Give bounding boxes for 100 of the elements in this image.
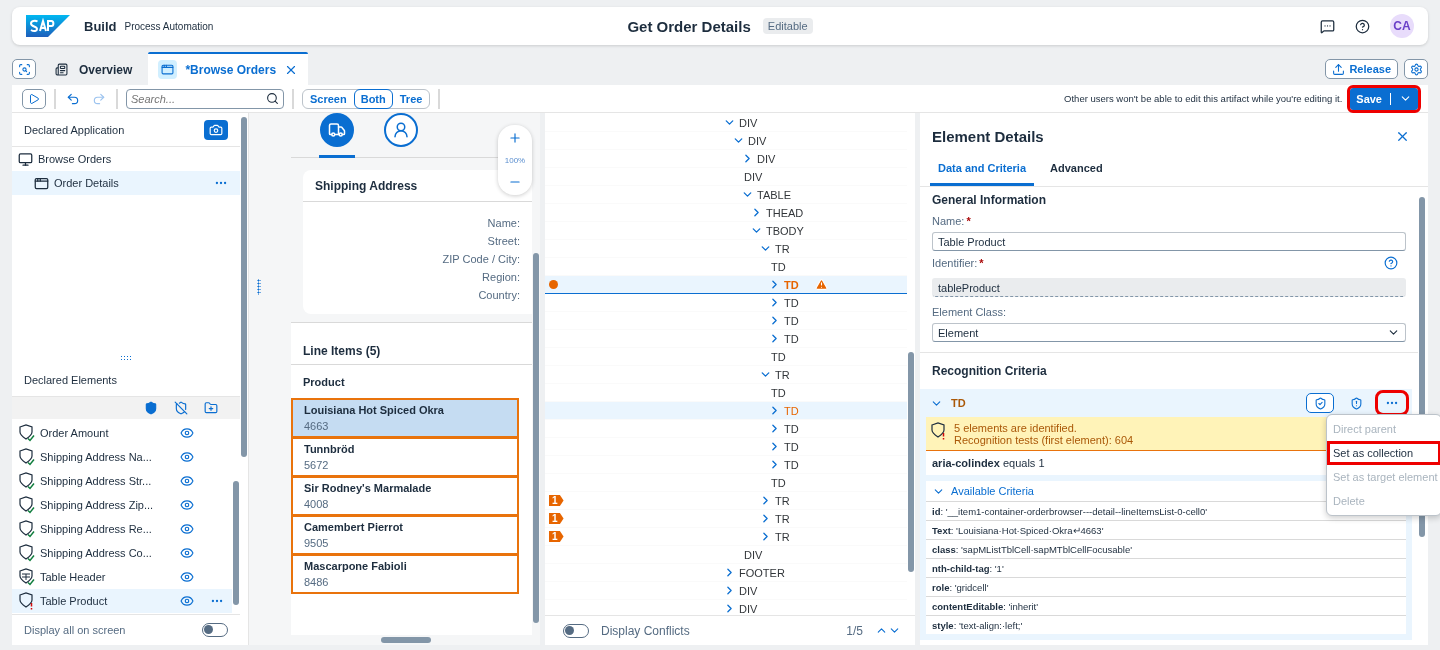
dom-tree-item[interactable]: TD bbox=[545, 312, 907, 330]
display-conflicts-toggle[interactable] bbox=[563, 623, 589, 638]
dom-tree-item[interactable]: THEAD bbox=[545, 204, 907, 222]
display-all-toggle[interactable] bbox=[202, 623, 228, 637]
visibility-icon[interactable] bbox=[180, 450, 194, 464]
criterion-label: TD bbox=[951, 397, 967, 409]
element-item[interactable]: Shipping Address Na... bbox=[12, 445, 232, 469]
dom-tree-item[interactable]: DIV bbox=[545, 132, 907, 150]
criterion-entry[interactable]: style: 'text-align:·left;' bbox=[932, 619, 1023, 631]
dom-tree-item[interactable]: DIV bbox=[545, 546, 907, 564]
dom-tree-item[interactable]: 1 TR bbox=[545, 510, 907, 528]
visibility-icon[interactable] bbox=[180, 546, 194, 560]
product-name: Camembert Pierrot bbox=[304, 521, 405, 533]
element-item[interactable]: Shipping Address Str... bbox=[12, 469, 232, 493]
visibility-icon[interactable] bbox=[180, 570, 194, 584]
field-label: Element Class: bbox=[932, 306, 1006, 318]
shield-filter-icon[interactable] bbox=[144, 401, 158, 415]
dom-tree-item[interactable]: TD bbox=[545, 438, 907, 456]
settings-button[interactable] bbox=[1404, 59, 1428, 79]
dom-tree-item[interactable]: TR bbox=[545, 240, 907, 258]
application-tree-item[interactable]: Order Details bbox=[12, 171, 240, 195]
dom-tree-item[interactable]: DIV bbox=[545, 150, 907, 168]
shield-off-filter-icon[interactable] bbox=[174, 401, 188, 415]
folder-plus-icon[interactable] bbox=[204, 401, 218, 415]
dom-tree-item[interactable]: TBODY bbox=[545, 222, 907, 240]
shield-icon bbox=[1349, 396, 1363, 410]
dom-tree-item[interactable]: DIV bbox=[545, 168, 907, 186]
zoom-control[interactable]: 100% bbox=[498, 125, 532, 195]
element-item[interactable]: Shipping Address Co... bbox=[12, 541, 232, 565]
visibility-icon[interactable] bbox=[180, 498, 194, 512]
element-class-select[interactable]: Element bbox=[932, 323, 1406, 342]
column-header: Product bbox=[303, 376, 345, 388]
logo bbox=[26, 15, 70, 37]
capture-button[interactable] bbox=[204, 119, 228, 140]
dom-tree-item[interactable]: 1 TR bbox=[545, 492, 907, 510]
search-field[interactable]: Search... bbox=[126, 88, 284, 109]
criterion-entry[interactable]: contentEditable: 'inherit' bbox=[932, 600, 1039, 612]
element-item[interactable]: Order Amount bbox=[12, 421, 232, 445]
upload-icon bbox=[1332, 62, 1346, 76]
dom-tree-item[interactable]: TD bbox=[545, 420, 907, 438]
user-avatar[interactable]: CA bbox=[1390, 14, 1414, 38]
view-option[interactable]: Both bbox=[353, 88, 393, 109]
scrollbar[interactable] bbox=[240, 113, 248, 645]
details-tab[interactable]: Advanced bbox=[1042, 153, 1111, 186]
icon-tab[interactable] bbox=[319, 113, 355, 158]
resize-grip-icon[interactable] bbox=[257, 279, 261, 295]
element-item[interactable]: Table Header bbox=[12, 565, 232, 589]
product-row[interactable]: Sir Rodney's Marmalade 4008 bbox=[291, 476, 519, 516]
shield-alert-icon bbox=[930, 422, 948, 440]
dom-tree-item[interactable]: TR bbox=[545, 366, 907, 384]
run-button[interactable] bbox=[22, 88, 46, 109]
conflict-badge: 1 bbox=[549, 495, 564, 506]
criterion-entry[interactable]: nth-child-tag: '1' bbox=[932, 562, 1004, 574]
details-tab[interactable]: Data and Criteria bbox=[930, 153, 1035, 186]
inspect-button[interactable] bbox=[12, 59, 36, 79]
criterion-entry[interactable]: Text: 'Louisiana·Hot·Spiced·Okra↵4663' bbox=[932, 524, 1104, 536]
validate-button[interactable] bbox=[1306, 393, 1334, 413]
element-item[interactable]: Table Product bbox=[12, 589, 232, 613]
criterion-entry[interactable]: id: '__item1-container-orderbrowser---detail--lineItemsList-0-cell0' bbox=[932, 505, 1207, 517]
criterion-entry[interactable]: role: 'gridcell' bbox=[932, 581, 989, 593]
dom-tree-item[interactable]: TD bbox=[545, 294, 907, 312]
dom-tree-item[interactable]: TD bbox=[545, 330, 907, 348]
element-item[interactable]: Shipping Address Zip... bbox=[12, 493, 232, 517]
element-item[interactable]: Shipping Address Re... bbox=[12, 517, 232, 541]
dom-tree-item[interactable]: TABLE bbox=[545, 186, 907, 204]
dom-tree-item[interactable]: 1 TR bbox=[545, 528, 907, 546]
help-icon[interactable] bbox=[1355, 18, 1370, 34]
visibility-icon[interactable] bbox=[180, 594, 194, 608]
more-button[interactable] bbox=[1378, 393, 1406, 413]
product-row[interactable]: Tunnbröd 5672 bbox=[291, 437, 519, 477]
save-button[interactable]: Save bbox=[1350, 87, 1418, 110]
product-row[interactable]: Camembert Pierrot 9505 bbox=[291, 515, 519, 555]
section-title: Recognition Criteria bbox=[932, 364, 1047, 378]
application-tree-item[interactable]: Browse Orders bbox=[12, 147, 240, 171]
feedback-icon[interactable] bbox=[1320, 18, 1335, 34]
dom-tree-item[interactable]: TD bbox=[545, 348, 907, 366]
dom-tree-item[interactable]: DIV bbox=[545, 582, 907, 600]
product-number: 4008 bbox=[304, 498, 330, 510]
dom-tree-item[interactable]: TD bbox=[545, 474, 907, 492]
view-option[interactable]: Screen bbox=[303, 88, 354, 109]
editor-tab[interactable]: *Browse Orders bbox=[148, 52, 309, 85]
name-field[interactable]: Table Product bbox=[932, 232, 1406, 251]
view-option[interactable]: Tree bbox=[392, 88, 430, 109]
dom-tree-item[interactable]: DIV bbox=[545, 114, 907, 132]
visibility-icon[interactable] bbox=[180, 426, 194, 440]
product-row[interactable]: Mascarpone Fabioli 8486 bbox=[291, 554, 519, 594]
zoom-level: 100% bbox=[504, 155, 526, 165]
dom-tree-item[interactable]: FOOTER bbox=[545, 564, 907, 582]
product-row[interactable]: Louisiana Hot Spiced Okra 4663 bbox=[291, 398, 519, 438]
dom-tree-item[interactable]: DIV bbox=[545, 600, 907, 615]
section-title: General Information bbox=[932, 193, 1047, 207]
visibility-icon[interactable] bbox=[180, 474, 194, 488]
visibility-icon[interactable] bbox=[180, 522, 194, 536]
zoom-in-icon[interactable] bbox=[508, 131, 522, 145]
dom-tree-item[interactable]: TD bbox=[545, 456, 907, 474]
release-button[interactable]: Release bbox=[1325, 59, 1398, 79]
scan-search-icon bbox=[17, 62, 31, 76]
editor-tab[interactable]: Overview bbox=[42, 52, 143, 85]
criterion-entry[interactable]: class: 'sapMListTblCell·sapMTblCellFocusable' bbox=[932, 543, 1133, 555]
field-label: Region: bbox=[482, 270, 520, 285]
